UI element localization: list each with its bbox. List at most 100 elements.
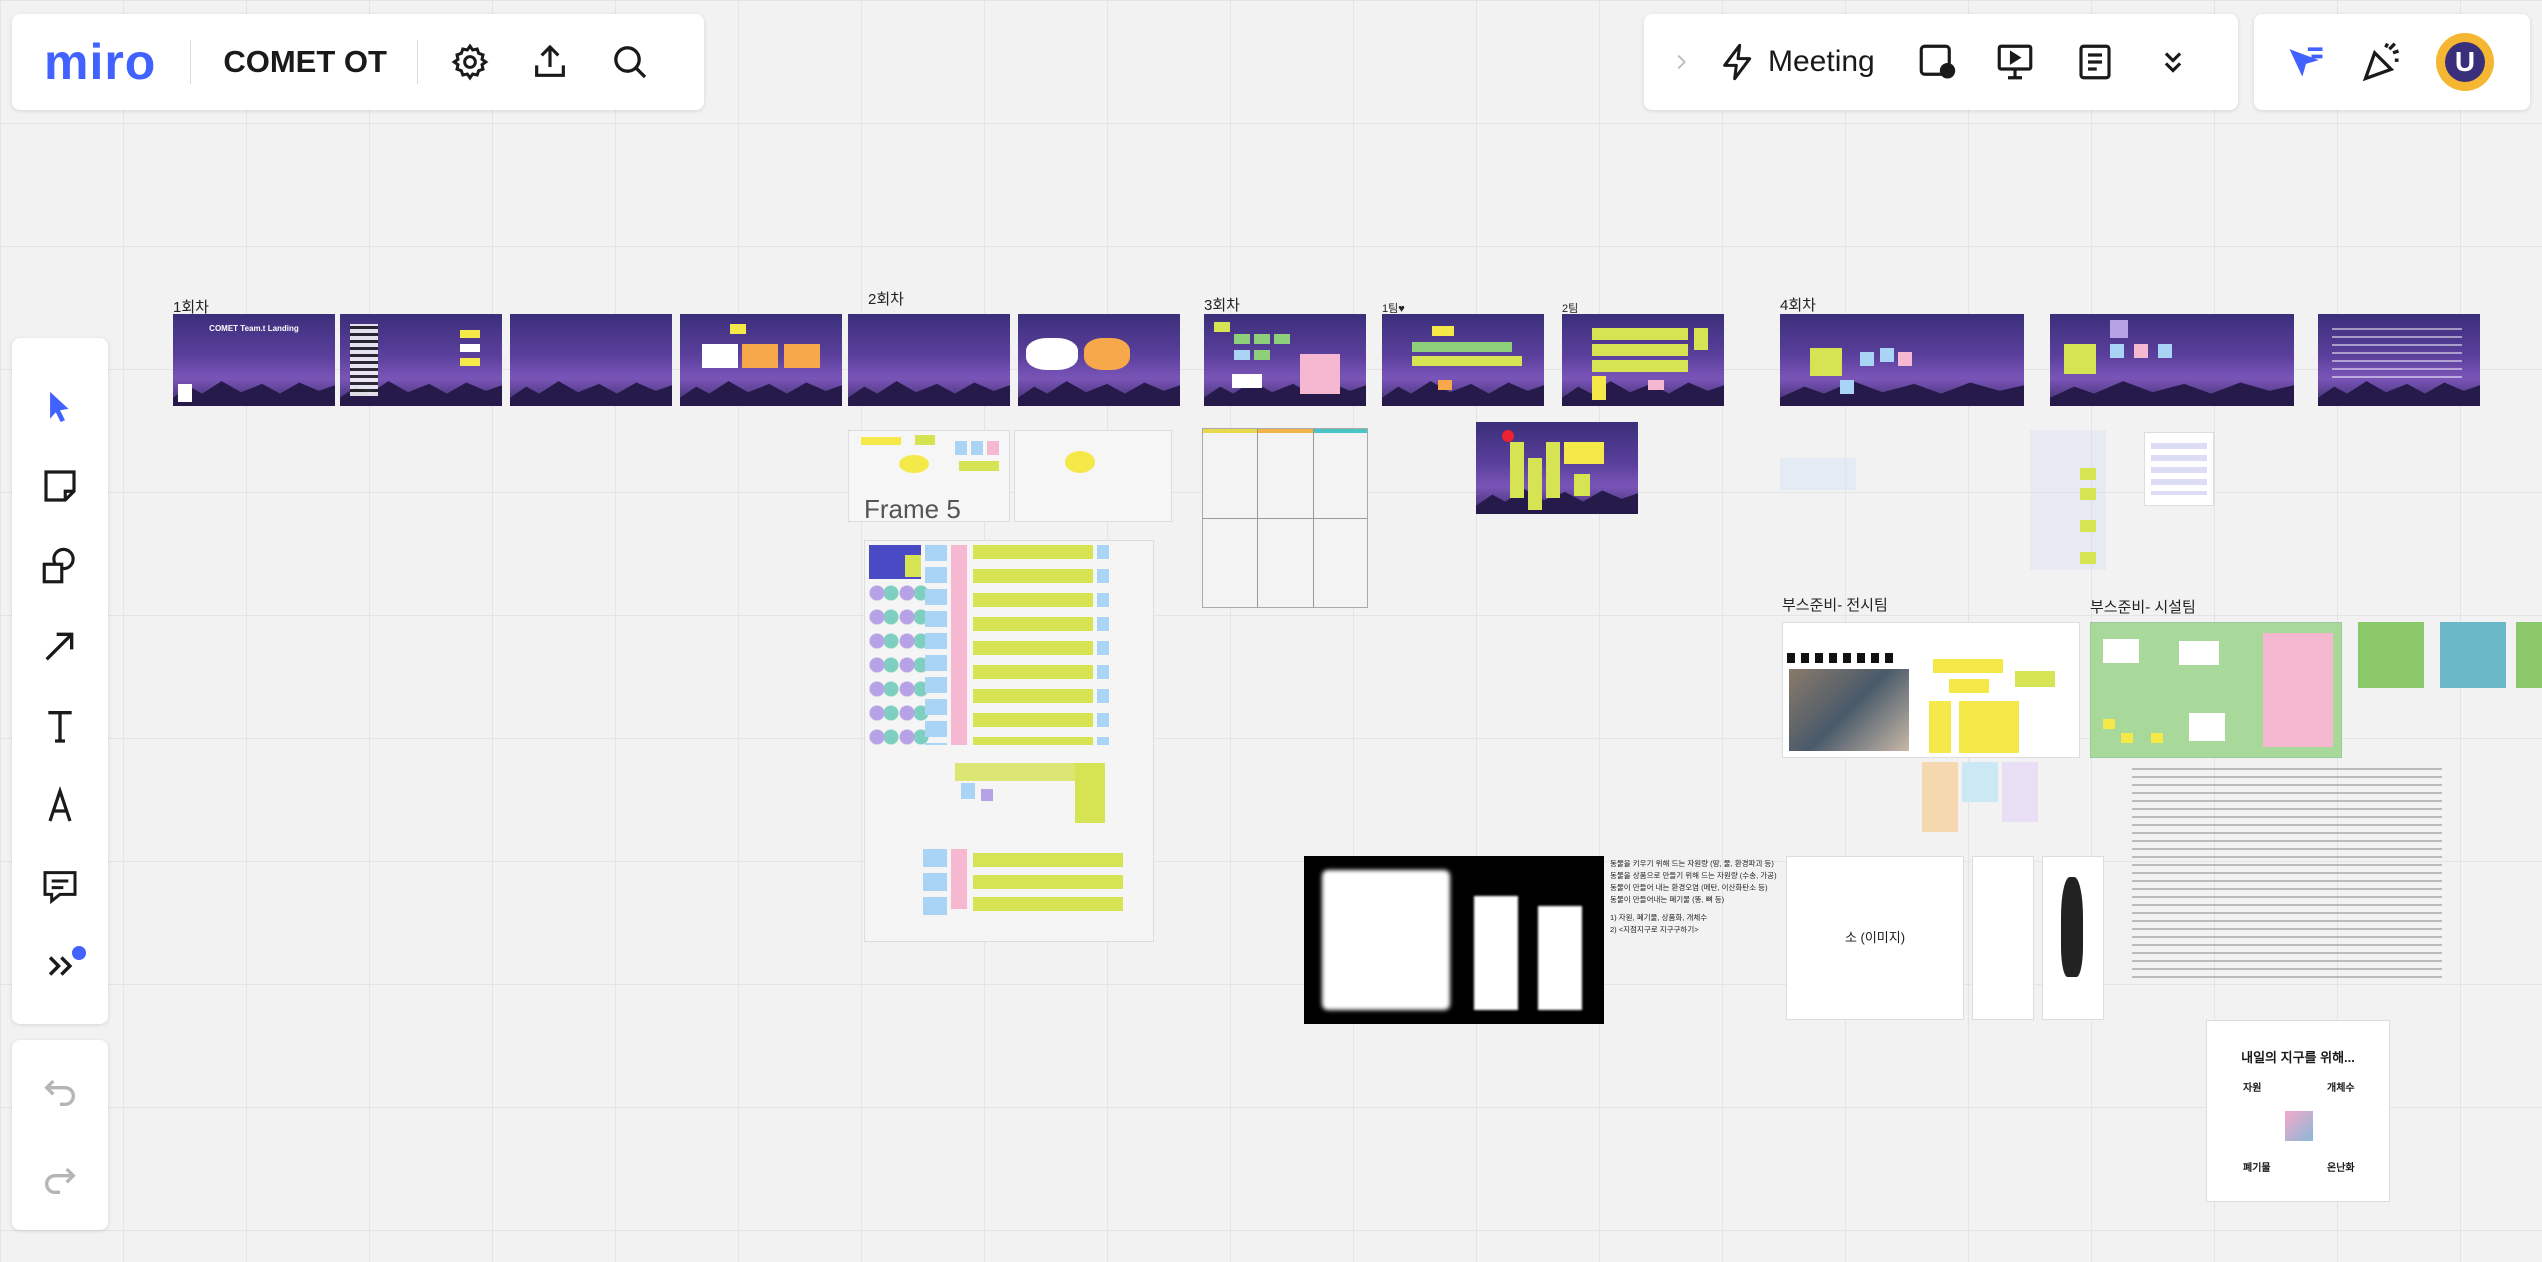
heart-marker [1502, 430, 1514, 442]
meeting-toolbar: Meeting [1644, 14, 2238, 110]
sticky-grid [1075, 763, 1105, 823]
sticky-note [955, 441, 967, 455]
note-line: 2) <지점지구로 지구구하기> [1610, 925, 1699, 934]
cursor-lines-icon [2289, 47, 2323, 77]
sticky-note [1933, 659, 2003, 673]
sticky-note [2151, 733, 2163, 743]
sticky-note [1959, 701, 2019, 753]
animal-card[interactable] [2042, 856, 2104, 1020]
notes-button[interactable] [2071, 38, 2119, 86]
slide-session3[interactable] [1204, 314, 1366, 406]
board-title[interactable]: COMET OT [223, 44, 387, 80]
faded-card [1780, 458, 1856, 490]
redo-button[interactable] [30, 1149, 90, 1209]
sticky-grid [1097, 545, 1109, 745]
slide-session4-a[interactable] [1780, 314, 2024, 406]
slide-team2[interactable] [1562, 314, 1724, 406]
frame-label-booth-display[interactable]: 부스준비- 전시팀 [1782, 594, 1888, 615]
reactions-button[interactable] [2358, 38, 2406, 86]
frame-label-session2[interactable]: 2회차 [868, 288, 904, 309]
meeting-button[interactable]: Meeting [1718, 42, 1875, 82]
pen-tool[interactable] [30, 776, 90, 836]
video-chat-button[interactable] [1913, 38, 1961, 86]
sticky-note [1592, 376, 1606, 400]
slide-session1-b[interactable] [340, 314, 502, 406]
select-tool[interactable] [30, 376, 90, 436]
divider [190, 40, 192, 84]
search-button[interactable] [606, 38, 654, 86]
frame5-board-b[interactable] [1014, 430, 1172, 522]
sticky-note-tool[interactable] [30, 456, 90, 516]
chevrons-down-icon [2164, 52, 2181, 73]
booth-display-board[interactable] [1782, 622, 2080, 758]
note-line: 동물이 만들어내는 폐기물 (똥, 뼈 등) [1610, 895, 1725, 904]
connection-line-tool[interactable] [30, 616, 90, 676]
frame5-sticky-board[interactable] [864, 540, 1154, 942]
sticky-note [1412, 356, 1522, 366]
poster-1[interactable] [2358, 622, 2424, 688]
user-avatar[interactable]: U [2436, 33, 2494, 91]
sticky-note [1214, 322, 1230, 332]
session3-table[interactable] [1202, 428, 1368, 608]
miro-logo[interactable]: miro [44, 37, 156, 87]
sticky-note [1592, 344, 1688, 356]
slide-mountains [1204, 381, 1366, 406]
sticky-note [460, 344, 480, 352]
frame-label-frame5[interactable]: Frame 5 [864, 494, 961, 525]
poster-2[interactable] [2440, 622, 2506, 688]
photo-card [1084, 338, 1130, 370]
cursor-tracking-button[interactable] [2282, 38, 2330, 86]
pen-icon [48, 786, 72, 822]
undo-icon [44, 1079, 75, 1106]
sticky-note [1929, 701, 1951, 753]
text-tool[interactable] [30, 696, 90, 756]
slide-session1-d[interactable] [680, 314, 842, 406]
sticky-note [1300, 354, 1340, 394]
slide-session1-c[interactable] [510, 314, 672, 406]
slide-team1[interactable] [1382, 314, 1544, 406]
slide-session4-c[interactable] [2318, 314, 2480, 406]
slide-session2-a[interactable] [848, 314, 1010, 406]
cow-card[interactable]: 소 (이미지) [1786, 856, 1964, 1020]
share-button[interactable] [526, 38, 574, 86]
avatar-inner: U [2445, 42, 2485, 82]
more-tools-button[interactable] [2149, 38, 2197, 86]
earth-card[interactable]: 내일의 지구를 위해... 자원 개체수 폐기물 온난화 [2206, 1020, 2390, 1202]
slide-title: COMET Team.t Landing [209, 324, 299, 333]
sticky-note [1546, 442, 1560, 498]
poster-side-card [1538, 906, 1582, 1010]
sticky-note [1592, 360, 1688, 372]
slide-session2-b[interactable] [1018, 314, 1180, 406]
settings-button[interactable] [446, 38, 494, 86]
slide-session4-b[interactable] [2050, 314, 2294, 406]
frame-label-session3[interactable]: 3회차 [1204, 294, 1240, 315]
video-chat-icon [1919, 44, 1955, 79]
frame-label-session4[interactable]: 4회차 [1780, 294, 1816, 315]
more-apps-button[interactable] [30, 936, 90, 996]
presentation-button[interactable] [1991, 38, 2039, 86]
black-poster[interactable] [1304, 856, 1604, 1024]
expand-toolbar-button[interactable] [1666, 38, 1696, 86]
slide-team-result[interactable] [1476, 422, 1638, 514]
poster-3[interactable] [2516, 622, 2542, 688]
sticky-note [1528, 458, 1542, 510]
list-card[interactable] [2144, 432, 2214, 506]
card [2263, 633, 2333, 747]
shapes-tool[interactable] [30, 536, 90, 596]
sticky-note [1592, 328, 1688, 340]
node [2080, 488, 2096, 500]
sticky-note [1254, 350, 1270, 360]
leaflet-group[interactable] [1922, 762, 2038, 832]
sticky-note [1880, 348, 1894, 362]
comment-tool[interactable] [30, 856, 90, 916]
sticky-note [1949, 679, 1989, 693]
leaflet [1962, 762, 1998, 802]
sticky-grid [973, 545, 1093, 745]
booth-facility-board[interactable] [2090, 622, 2342, 758]
frame-label-booth-facility[interactable]: 부스준비- 시설팀 [2090, 596, 2196, 617]
mind-map[interactable] [2026, 424, 2106, 574]
slide-landing[interactable]: COMET Team.t Landing [173, 314, 335, 406]
undo-button[interactable] [30, 1061, 90, 1121]
slide-mountains [2050, 381, 2294, 406]
text-card[interactable] [1972, 856, 2034, 1020]
